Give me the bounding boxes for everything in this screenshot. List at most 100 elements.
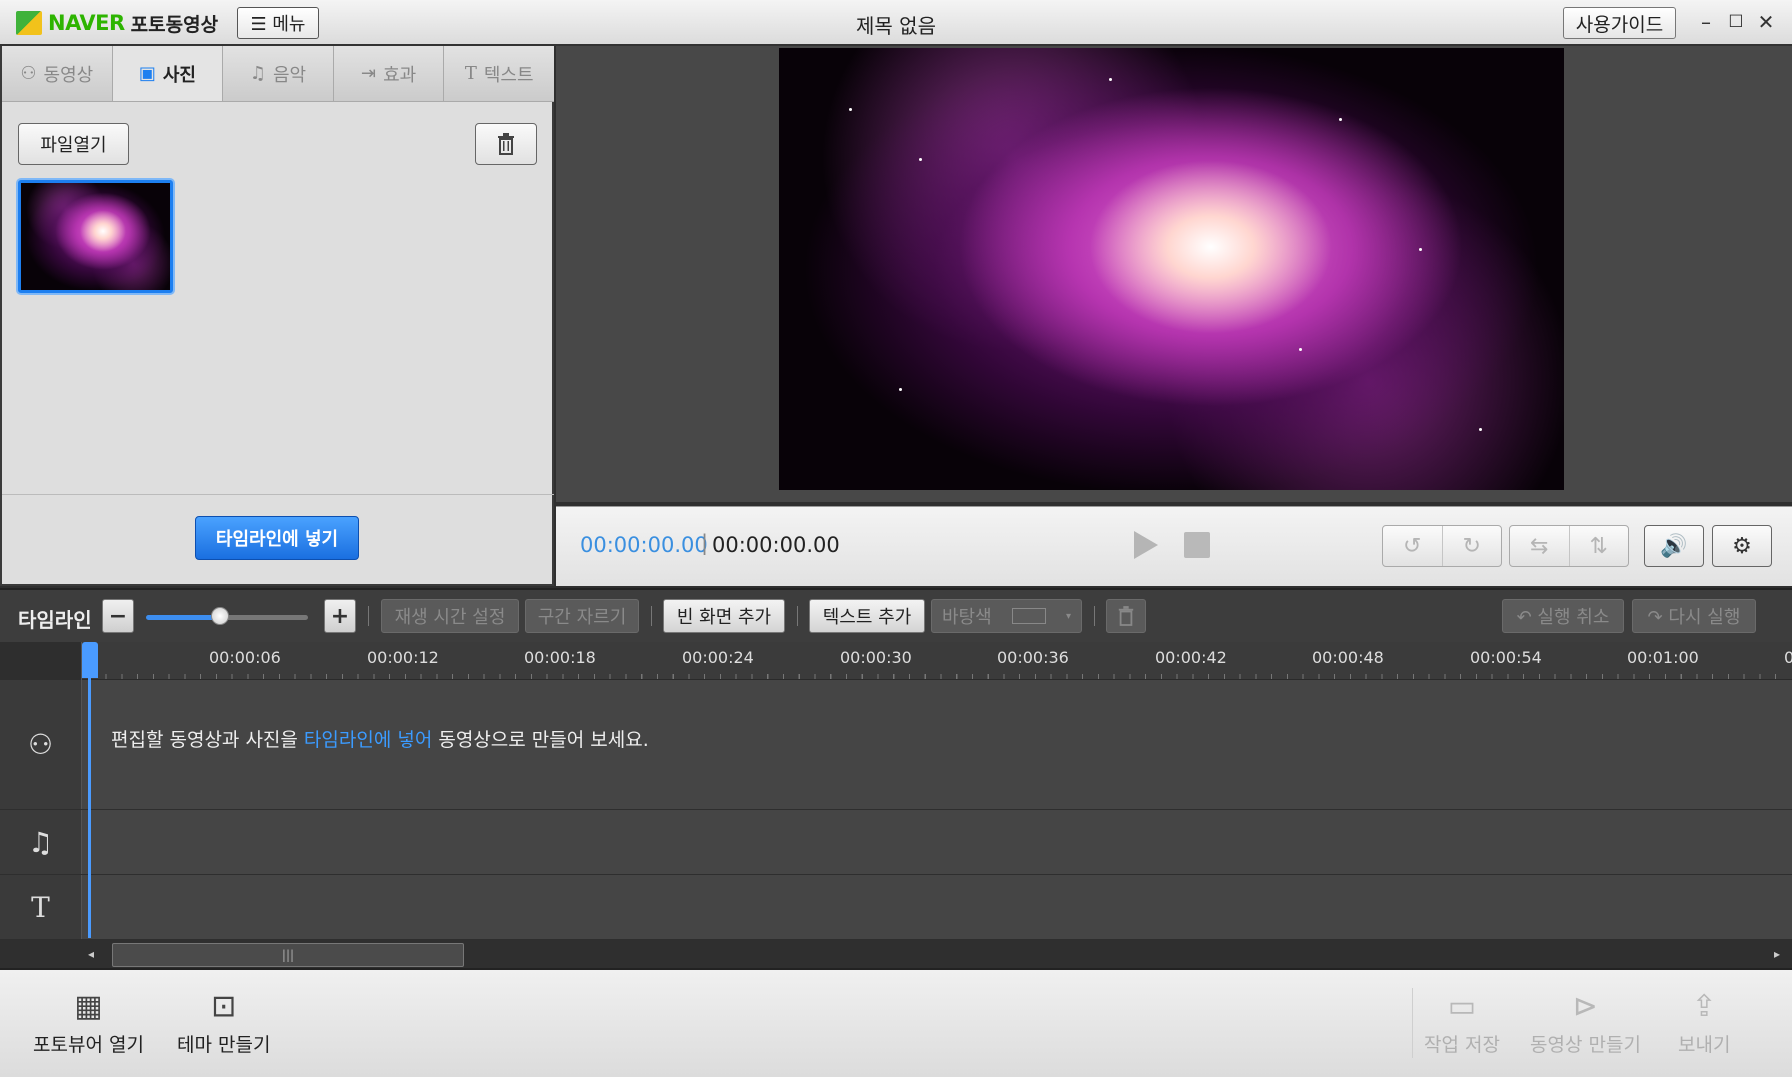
star (899, 388, 902, 391)
button-label: 작업 저장 (1424, 1034, 1500, 1056)
ruler-tick-label: 00:00:42 (1155, 648, 1227, 667)
maximize-icon[interactable]: ☐ (1724, 10, 1748, 34)
video-track[interactable]: ⚇ 편집할 동영상과 사진을 타임라인에 넣어 동영상으로 만들어 보세요. (0, 680, 1792, 810)
tab-label: 효과 (383, 64, 417, 86)
window-title: 제목 없음 (856, 14, 936, 38)
redo-button[interactable]: ↷ 다시 실행 (1632, 599, 1756, 633)
button-label: 보내기 (1678, 1034, 1731, 1056)
chevron-down-icon: ▾ (1065, 610, 1071, 622)
time-separator: | (701, 531, 709, 555)
send-button[interactable]: ⇪ 보내기 (1678, 990, 1730, 1057)
star (1109, 78, 1112, 81)
save-icon: ▭ (1447, 989, 1477, 1024)
delete-clip-button[interactable] (1106, 599, 1146, 633)
ruler-ticks (90, 674, 1790, 679)
ruler-tick-label: 00:00:12 (367, 648, 439, 667)
make-video-button[interactable]: ⊳ 동영상 만들기 (1530, 990, 1641, 1057)
tab-photo[interactable]: ▣ 사진 (112, 46, 224, 101)
rotate-right-button[interactable]: ↻ (1443, 526, 1502, 566)
trash-icon (1118, 606, 1134, 626)
theme-icon: ⊡ (211, 989, 237, 1024)
tab-label: 동영상 (43, 64, 94, 86)
divider (651, 606, 652, 626)
tab-label: 텍스트 (483, 64, 534, 86)
playhead-handle[interactable] (82, 642, 98, 678)
open-file-button[interactable]: 파일열기 (18, 123, 129, 165)
photo-icon: ▣ (138, 63, 156, 84)
play-button[interactable] (1130, 529, 1164, 563)
bg-color-label: 바탕색 (942, 607, 992, 628)
minimize-icon[interactable]: – (1694, 10, 1718, 34)
cut-section-button[interactable]: 구간 자르기 (525, 599, 639, 633)
rotate-right-icon: ↻ (1462, 533, 1481, 559)
star (1299, 348, 1302, 351)
share-icon: ⇪ (1691, 989, 1717, 1024)
flip-horizontal-button[interactable]: ⇆ (1510, 526, 1570, 566)
star (1419, 248, 1422, 251)
people-icon: ⚇ (20, 63, 37, 84)
grip-icon: ||| (281, 948, 295, 962)
scroll-left-icon[interactable]: ◂ (88, 947, 94, 961)
undo-button[interactable]: ↶ 실행 취소 (1502, 599, 1624, 633)
star (1479, 428, 1482, 431)
background-color-select[interactable]: 바탕색 ▾ (931, 599, 1082, 633)
rotate-left-button[interactable]: ↺ (1383, 526, 1443, 566)
button-label: 포토뷰어 열기 (33, 1034, 144, 1056)
open-photoviewer-button[interactable]: ▦ 포토뷰어 열기 (33, 990, 144, 1057)
make-theme-button[interactable]: ⊡ 테마 만들기 (177, 990, 270, 1057)
play-time-setting-button[interactable]: 재생 시간 설정 (381, 599, 519, 633)
timeline-scrollbar[interactable]: ◂ ||| ▸ (82, 940, 1792, 968)
button-label: 동영상 만들기 (1530, 1034, 1641, 1056)
zoom-slider-handle[interactable] (211, 607, 229, 625)
put-to-timeline-button[interactable]: 타임라인에 넣기 (195, 516, 359, 560)
total-time: 00:00:00.00 (712, 533, 840, 557)
zoom-out-button[interactable]: − (102, 599, 134, 633)
divider (797, 606, 798, 626)
tab-music[interactable]: ♫ 음악 (223, 46, 334, 101)
text-track-header: T (0, 875, 82, 939)
scroll-right-icon[interactable]: ▸ (1774, 947, 1780, 961)
volume-button[interactable]: 🔊 (1644, 525, 1704, 567)
time-ruler[interactable]: 00:00:06 00:00:12 00:00:18 00:00:24 00:0… (0, 642, 1792, 680)
delete-media-button[interactable] (475, 123, 537, 165)
tab-text[interactable]: T 텍스트 (444, 46, 554, 101)
message-text: 동영상으로 만들어 보세요. (432, 729, 649, 751)
close-icon[interactable]: ✕ (1754, 10, 1778, 34)
ruler-tick-label: 00:00:06 (209, 648, 281, 667)
user-guide-button[interactable]: 사용가이드 (1563, 7, 1676, 39)
media-tabs: ⚇ 동영상 ▣ 사진 ♫ 음악 ⇥ 효과 T 텍스트 (2, 46, 554, 102)
speaker-icon: 🔊 (1660, 533, 1688, 559)
add-blank-screen-button[interactable]: 빈 화면 추가 (663, 599, 785, 633)
video-track-header: ⚇ (0, 680, 82, 809)
music-track[interactable]: ♫ (0, 810, 1792, 875)
timeline-toolbar: 타임라인 − + 재생 시간 설정 구간 자르기 빈 화면 추가 텍스트 추가 … (0, 588, 1792, 642)
text-icon: T (464, 63, 477, 84)
ruler-tick-label: 00:00:18 (524, 648, 596, 667)
text-track[interactable]: T (0, 875, 1792, 940)
message-highlight: 타임라인에 넣어 (303, 729, 433, 751)
music-track-header: ♫ (0, 810, 82, 874)
timeline-label: 타임라인 (18, 608, 92, 632)
flip-vertical-button[interactable]: ⇅ (1570, 526, 1629, 566)
trash-icon (498, 133, 514, 155)
settings-button[interactable]: ⚙ (1712, 525, 1772, 567)
playhead-line[interactable] (88, 642, 91, 938)
scrollbar-thumb[interactable]: ||| (112, 943, 464, 967)
rotate-group: ↺ ↻ (1382, 525, 1502, 567)
message-text: 편집할 동영상과 사진을 (111, 729, 304, 751)
save-work-button[interactable]: ▭ 작업 저장 (1424, 990, 1500, 1057)
zoom-in-button[interactable]: + (324, 599, 356, 633)
tab-video[interactable]: ⚇ 동영상 (2, 46, 113, 101)
photo-thumbnail[interactable] (18, 180, 173, 293)
effect-icon: ⇥ (360, 63, 377, 84)
add-text-button[interactable]: 텍스트 추가 (809, 599, 925, 633)
flip-group: ⇆ ⇅ (1509, 525, 1629, 567)
star (919, 158, 922, 161)
divider (1412, 988, 1413, 1058)
color-swatch (1011, 608, 1046, 624)
button-label: 테마 만들기 (177, 1034, 271, 1056)
current-time: 00:00:00.00 (580, 533, 708, 557)
stop-button[interactable] (1184, 532, 1210, 558)
tab-effect[interactable]: ⇥ 효과 (333, 46, 445, 101)
ruler-tick-label: 00:00:48 (1312, 648, 1384, 667)
